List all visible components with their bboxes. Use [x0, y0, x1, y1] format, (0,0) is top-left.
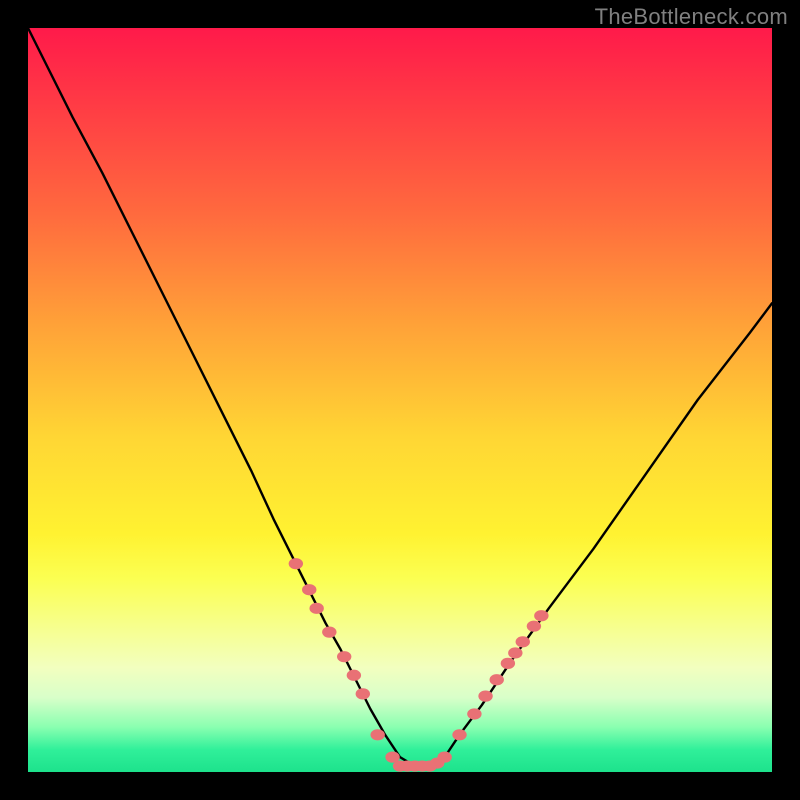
data-dot [347, 670, 361, 681]
data-dot [490, 674, 504, 685]
chart-frame: TheBottleneck.com [0, 0, 800, 800]
data-dot [452, 729, 466, 740]
data-dot [302, 584, 316, 595]
data-dot [501, 658, 515, 669]
data-dot [527, 621, 541, 632]
data-dot [467, 708, 481, 719]
data-dot [534, 610, 548, 621]
data-dot [337, 651, 351, 662]
data-dot [322, 627, 336, 638]
data-dot [437, 752, 451, 763]
curve-layer [28, 28, 772, 772]
data-dot [370, 729, 384, 740]
data-dot [309, 603, 323, 614]
plot-area [28, 28, 772, 772]
data-dots [289, 558, 549, 772]
data-dot [516, 636, 530, 647]
bottleneck-curve [28, 28, 772, 766]
data-dot [289, 558, 303, 569]
data-dot [508, 647, 522, 658]
data-dot [478, 691, 492, 702]
data-dot [356, 688, 370, 699]
watermark-text: TheBottleneck.com [595, 4, 788, 30]
